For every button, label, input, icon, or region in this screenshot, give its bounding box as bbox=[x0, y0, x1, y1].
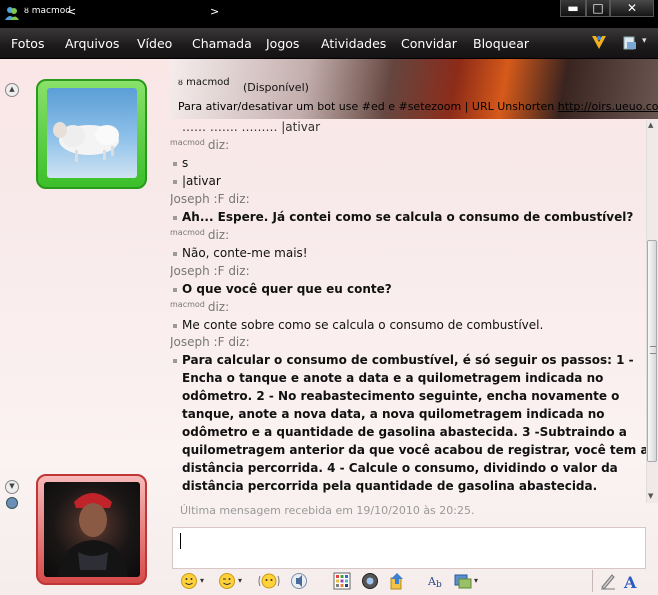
contact-personal-message: Para ativar/desativar um bot use #ed e #… bbox=[178, 100, 658, 113]
contact-presence-icon: ȣ bbox=[24, 6, 29, 15]
menu-item-fotos[interactable]: Fotos bbox=[11, 36, 44, 51]
sender-name: macmod bbox=[170, 228, 205, 237]
message-text: Não, conte-me mais! bbox=[182, 246, 308, 260]
background-icon[interactable] bbox=[333, 572, 351, 590]
menu-options-chevron-down-icon[interactable]: ▾ bbox=[642, 36, 647, 46]
message-line: Encha o tanque e anote a data e a quilom… bbox=[182, 371, 604, 385]
window-title-text: macmod bbox=[31, 6, 71, 16]
message-sender: Joseph :F diz: bbox=[170, 264, 250, 278]
message-line: odômetro e a quantidade de gasolina abas… bbox=[182, 425, 627, 439]
emoticon-icon[interactable] bbox=[180, 572, 198, 590]
message-bullet bbox=[173, 252, 177, 256]
scroll-down-icon[interactable]: ▼ bbox=[648, 492, 653, 500]
share-icon[interactable] bbox=[454, 572, 472, 590]
message-line: Para calcular o consumo de combustível, … bbox=[182, 353, 634, 367]
sheep-avatar-image bbox=[53, 122, 119, 162]
handwriting-icon[interactable] bbox=[599, 572, 617, 590]
collapse-header-icon[interactable]: ▲ bbox=[5, 83, 19, 97]
contact-avatar bbox=[47, 88, 137, 178]
sender-diz: diz: bbox=[207, 300, 230, 314]
message-input[interactable] bbox=[172, 527, 646, 569]
contact-presence-icon: ȣ bbox=[178, 78, 183, 87]
send-file-icon[interactable] bbox=[388, 572, 406, 590]
sender-name: macmod bbox=[170, 138, 205, 147]
close-button[interactable]: ✕ bbox=[610, 0, 654, 17]
sender-name: macmod bbox=[170, 300, 205, 309]
message-sender: macmod diz: bbox=[170, 300, 229, 314]
title-left-arrow-icon[interactable]: < bbox=[67, 5, 76, 18]
contact-status: (Disponível) bbox=[243, 81, 309, 94]
scroll-up-icon[interactable]: ▲ bbox=[648, 121, 653, 129]
psm-text: Para ativar/desativar um bot use #ed e #… bbox=[178, 100, 558, 113]
nudge-icon[interactable] bbox=[258, 572, 280, 590]
contact-name-text: macmod bbox=[186, 77, 230, 88]
menu-item-bloquear[interactable]: Bloquear bbox=[473, 36, 529, 51]
scrollbar-grip bbox=[650, 346, 656, 354]
message-line: odômetro. 2 - No reabastecimento seguint… bbox=[182, 389, 620, 403]
menu-item-video[interactable]: Vídeo bbox=[137, 36, 172, 51]
webcam-share-icon[interactable] bbox=[361, 572, 379, 590]
message-bullet bbox=[173, 288, 177, 292]
wink-chevron-down-icon[interactable]: ▾ bbox=[238, 576, 242, 585]
menu-item-convidar[interactable]: Convidar bbox=[401, 36, 457, 51]
messenger-logo-icon bbox=[5, 7, 19, 20]
message-text: O que você quer que eu conte? bbox=[182, 282, 392, 296]
text-style-icon[interactable]: A bbox=[624, 573, 636, 592]
text-caret bbox=[180, 533, 181, 549]
formatting-toolbar bbox=[170, 568, 658, 595]
message-text: Ah... Espere. Já contei como se calcula … bbox=[182, 210, 634, 224]
maximize-button[interactable]: □ bbox=[586, 0, 610, 17]
message-line: quilometragem anterior da que você acabo… bbox=[182, 443, 646, 457]
menu-item-atividades[interactable]: Atividades bbox=[321, 36, 386, 51]
menu-options-icon[interactable] bbox=[622, 35, 638, 51]
expand-toggle-icon[interactable]: ▼ bbox=[5, 480, 19, 494]
sender-diz: diz: bbox=[207, 228, 230, 242]
font-icon[interactable]: A b bbox=[428, 572, 446, 590]
conversation-history[interactable]: …… ……. ……… |ativar macmod diz: s |ativar … bbox=[170, 120, 646, 502]
message-text: Me conte sobre como se calcula o consumo… bbox=[182, 318, 544, 332]
svg-text:b: b bbox=[436, 580, 442, 590]
message-sender: Joseph :F diz: bbox=[170, 335, 250, 349]
games-activity-icon[interactable] bbox=[590, 33, 608, 51]
last-message-timestamp: Última mensagem recebida em 19/10/2010 à… bbox=[180, 504, 475, 517]
message-text: |ativar bbox=[182, 174, 221, 188]
message-bullet bbox=[173, 359, 177, 363]
voice-clip-icon[interactable] bbox=[290, 572, 308, 590]
message-partial: …… ……. ……… |ativar bbox=[182, 120, 321, 134]
message-bullet bbox=[173, 162, 177, 166]
contact-name: ȣ macmod bbox=[178, 77, 230, 88]
wink-icon[interactable] bbox=[218, 572, 236, 590]
emoticon-chevron-down-icon[interactable]: ▾ bbox=[200, 576, 204, 585]
title-right-arrow-icon[interactable]: > bbox=[210, 5, 219, 18]
toolbar-separator bbox=[592, 570, 593, 592]
share-chevron-down-icon[interactable]: ▾ bbox=[474, 576, 478, 585]
menu-item-chamada[interactable]: Chamada bbox=[192, 36, 252, 51]
message-text: s bbox=[182, 156, 189, 170]
window-title: ȣ macmod bbox=[24, 6, 71, 16]
message-sender: macmod diz: bbox=[170, 138, 229, 152]
message-sender: Joseph :F diz: bbox=[170, 192, 250, 206]
psm-url-link[interactable]: http://oirs.ueuo.com/... bbox=[558, 100, 658, 113]
message-sender: macmod diz: bbox=[170, 228, 229, 242]
menu-item-jogos[interactable]: Jogos bbox=[266, 36, 299, 51]
message-bullet bbox=[173, 180, 177, 184]
message-line: distância percorrida pela quantidade de … bbox=[182, 479, 598, 493]
message-bullet bbox=[173, 324, 177, 328]
message-line: distância percorrida. 4 - Calcule o cons… bbox=[182, 461, 618, 475]
message-line: tanque, anote a nova data, a nova quilom… bbox=[182, 407, 605, 421]
message-bullet bbox=[173, 216, 177, 220]
menu-item-arquivos[interactable]: Arquivos bbox=[65, 36, 119, 51]
my-avatar bbox=[44, 482, 140, 577]
webcam-icon[interactable] bbox=[6, 497, 18, 509]
sender-diz: diz: bbox=[207, 138, 230, 152]
minimize-button[interactable]: ▬ bbox=[560, 0, 586, 17]
person-avatar-image bbox=[58, 493, 128, 577]
